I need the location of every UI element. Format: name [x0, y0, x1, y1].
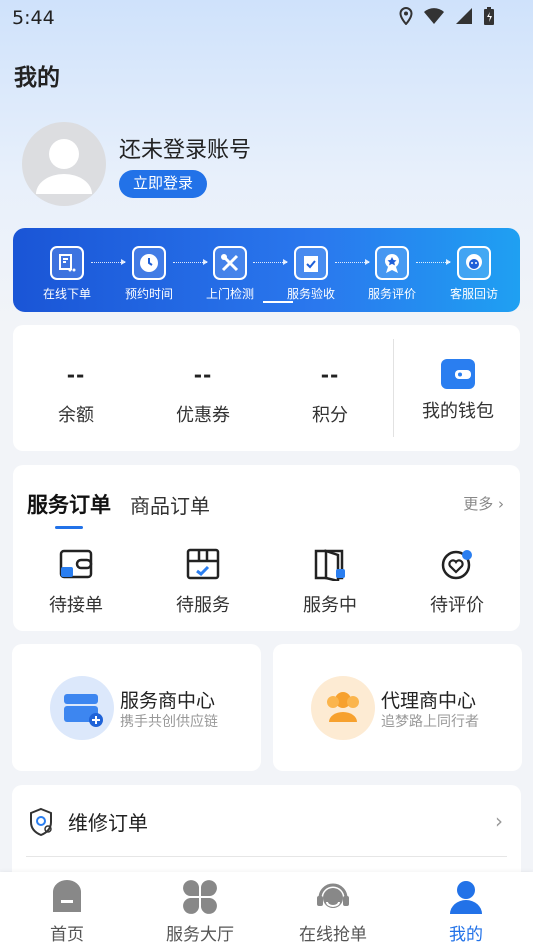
status-icons — [399, 6, 495, 26]
flow-step-label: 服务验收 — [286, 287, 335, 301]
person-icon — [446, 878, 486, 916]
order-status-label: 待接单 — [49, 595, 103, 616]
asset-coupons[interactable]: -- 优惠券 — [148, 363, 258, 427]
tab-label: 首页 — [50, 925, 84, 945]
door-icon — [312, 547, 348, 583]
clipboard-check-icon — [294, 246, 328, 280]
asset-label: 优惠券 — [176, 405, 230, 426]
flow-step-label: 预约时间 — [124, 287, 173, 301]
more-orders-link[interactable]: 更多 › — [463, 493, 504, 514]
calendar-board-icon — [185, 547, 221, 581]
repair-orders-row[interactable]: 维修订单 › — [12, 785, 521, 885]
flow-step-inspection: 上门检测 — [194, 246, 266, 302]
flow-step-evaluation: 服务评价 — [356, 246, 428, 302]
tab-label: 服务大厅 — [166, 925, 234, 945]
tools-icon — [213, 246, 247, 280]
agent-center-icon — [311, 676, 375, 740]
tab-service-orders[interactable]: 服务订单 — [27, 489, 111, 519]
home-icon — [47, 878, 87, 916]
signal-icon — [456, 8, 472, 24]
divider — [26, 856, 507, 857]
avatar[interactable] — [22, 122, 106, 206]
flow-underline — [263, 301, 293, 303]
center-title: 服务商中心 — [120, 690, 216, 712]
agent-center-card[interactable]: 代理商中心 追梦路上同行者 — [273, 644, 522, 771]
asset-label: 余额 — [58, 405, 94, 426]
tab-service-hall[interactable]: 服务大厅 — [150, 878, 250, 945]
order-status-label: 服务中 — [303, 595, 357, 616]
asset-value: -- — [320, 363, 340, 387]
tab-mine[interactable]: 我的 — [416, 878, 516, 945]
chevron-right-icon: › — [495, 809, 503, 833]
asset-label: 积分 — [312, 405, 348, 426]
order-status-label: 待评价 — [430, 595, 484, 616]
center-subtitle: 追梦路上同行者 — [381, 714, 479, 730]
order-status-pending-review[interactable]: 待评价 — [407, 547, 507, 617]
orders-card: 服务订单 商品订单 更多 › 待接单 待服务 服务中 待评价 — [13, 465, 520, 631]
order-status-label: 待服务 — [176, 595, 230, 616]
center-subtitle: 携手共创供应链 — [120, 714, 218, 730]
order-status-pending-accept[interactable]: 待接单 — [26, 547, 126, 617]
battery-icon — [484, 7, 494, 25]
location-icon — [399, 7, 413, 25]
wallet-label: 我的钱包 — [422, 401, 494, 422]
award-icon — [375, 246, 409, 280]
asset-points[interactable]: -- 积分 — [275, 363, 385, 427]
flow-step-order: 在线下单 — [31, 246, 103, 302]
flow-step-label: 客服回访 — [449, 287, 498, 301]
grid-clover-icon — [180, 878, 220, 916]
assets-card: -- 余额 -- 优惠券 -- 积分 我的钱包 — [13, 325, 520, 451]
order-status-pending-service[interactable]: 待服务 — [153, 547, 253, 617]
profile-section: 还未登录账号 立即登录 — [22, 122, 512, 210]
wifi-icon — [424, 8, 444, 24]
flow-step-label: 在线下单 — [42, 287, 91, 301]
flow-step-label: 服务评价 — [367, 287, 416, 301]
default-avatar-icon — [36, 139, 92, 194]
flow-step-label: 上门检测 — [205, 287, 254, 301]
order-status-in-service[interactable]: 服务中 — [280, 547, 380, 617]
bottom-tab-bar: 首页 服务大厅 在线抢单 我的 — [0, 872, 533, 948]
flow-step-acceptance: 服务验收 — [275, 246, 347, 302]
flow-step-followup: 客服回访 — [438, 246, 510, 302]
asset-value: -- — [193, 363, 213, 387]
status-time: 5:44 — [12, 7, 55, 29]
provider-center-card[interactable]: 服务商中心 携手共创供应链 — [12, 644, 261, 771]
tab-home[interactable]: 首页 — [17, 878, 117, 945]
my-wallet-button[interactable]: 我的钱包 — [413, 359, 503, 423]
divider — [393, 339, 394, 437]
asset-value: -- — [66, 363, 86, 387]
center-title: 代理商中心 — [381, 690, 477, 712]
provider-center-icon — [50, 676, 114, 740]
tab-label: 在线抢单 — [299, 925, 367, 945]
headset-icon — [313, 878, 353, 916]
clock-icon — [132, 246, 166, 280]
wallet-card-icon — [58, 547, 94, 581]
tab-goods-orders[interactable]: 商品订单 — [130, 490, 210, 519]
tab-label: 我的 — [449, 925, 483, 945]
profile-name: 还未登录账号 — [119, 138, 252, 163]
order-cart-icon — [50, 246, 84, 280]
heart-check-icon — [439, 547, 475, 581]
service-flow-banner: 在线下单 预约时间 上门检测 服务验收 服务评价 客服回访 — [13, 228, 520, 312]
status-bar: 5:44 — [0, 0, 533, 36]
wallet-icon — [441, 359, 475, 389]
tab-indicator — [55, 526, 83, 529]
chevron-right-icon: › — [498, 495, 504, 513]
page-title: 我的 — [14, 65, 60, 91]
shield-gear-icon — [28, 807, 54, 837]
flow-step-schedule: 预约时间 — [113, 246, 185, 302]
login-button[interactable]: 立即登录 — [119, 170, 208, 198]
asset-balance[interactable]: -- 余额 — [21, 363, 131, 427]
support-agent-icon — [457, 246, 491, 280]
more-label: 更多 — [463, 495, 494, 513]
repair-orders-label: 维修订单 — [68, 811, 148, 835]
tab-grab-orders[interactable]: 在线抢单 — [283, 878, 383, 945]
